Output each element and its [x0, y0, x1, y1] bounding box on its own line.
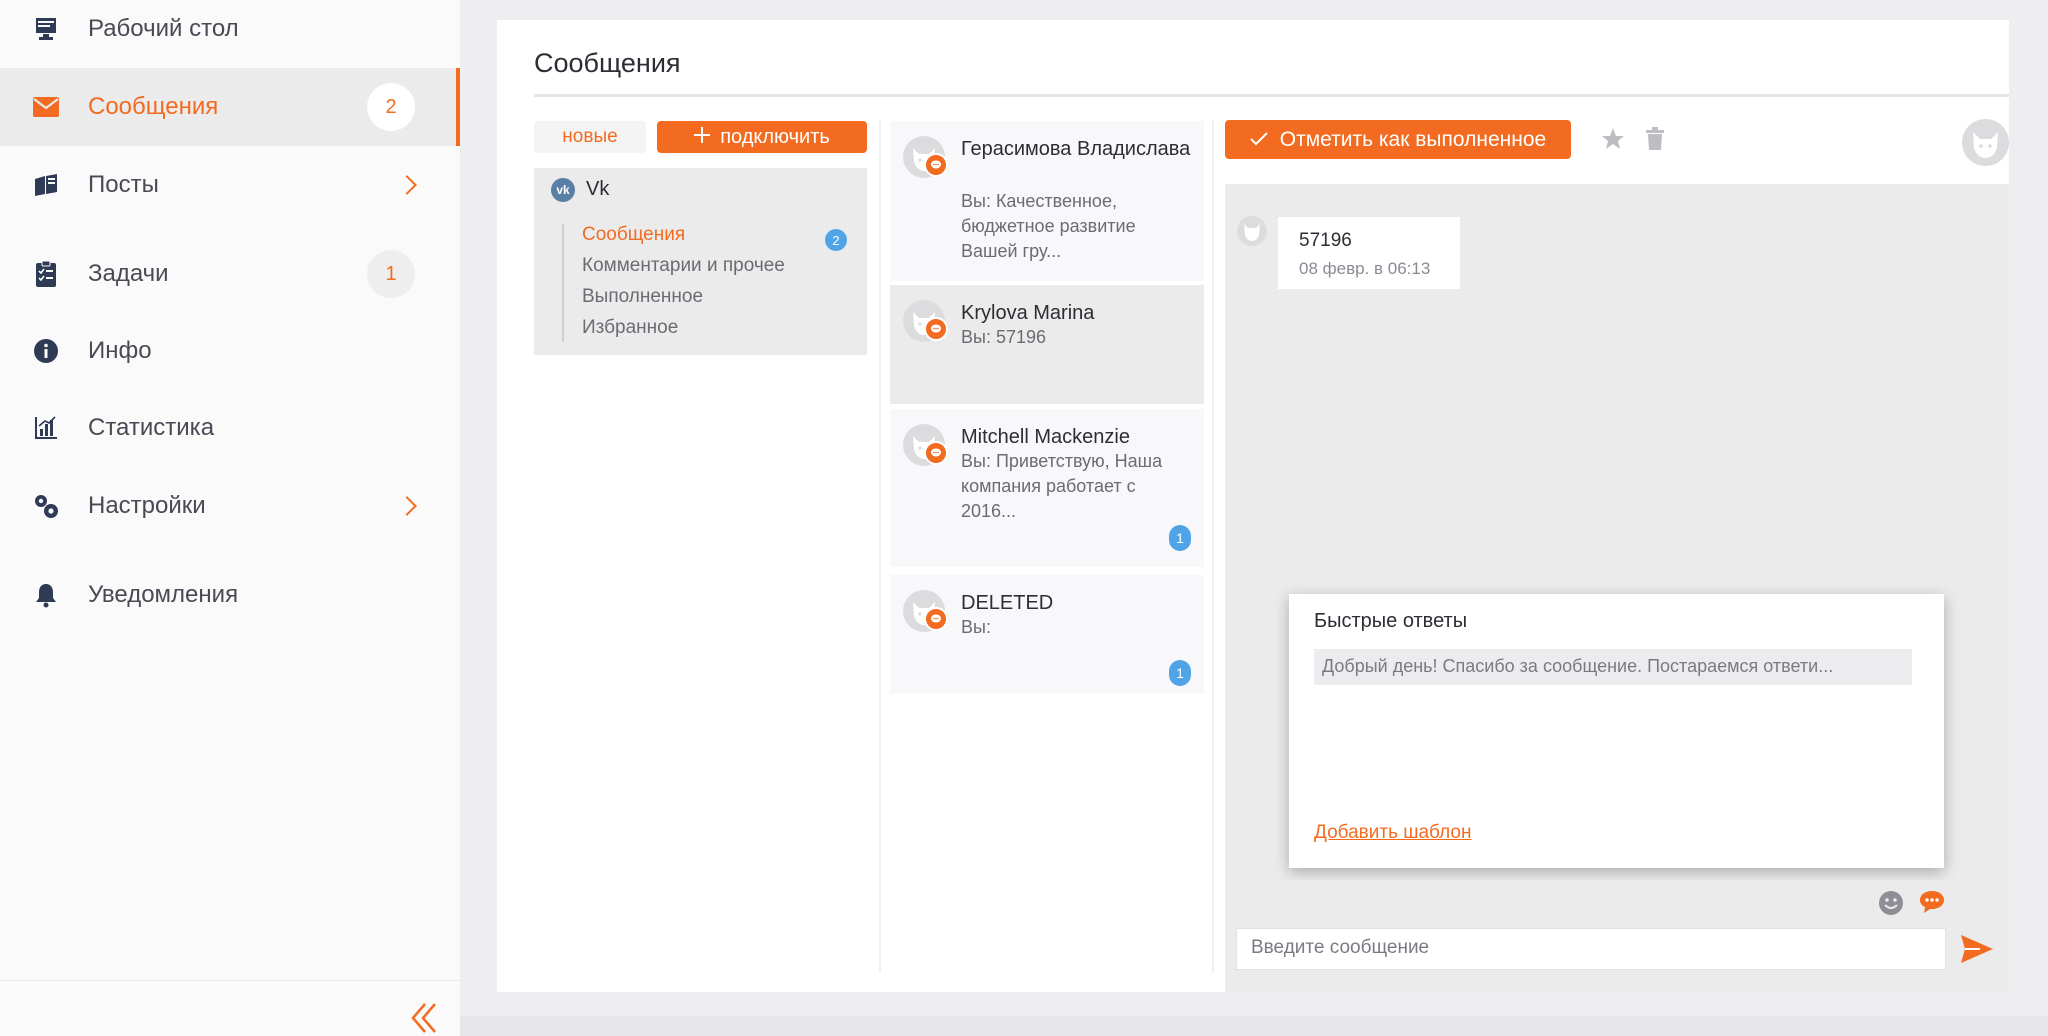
- trash-icon[interactable]: [1644, 127, 1666, 151]
- source-item-done[interactable]: Выполненное: [582, 286, 703, 308]
- info-icon: [32, 337, 60, 365]
- contact-avatar[interactable]: [1962, 119, 2009, 166]
- sidebar-item-statistics[interactable]: Статистика: [0, 389, 460, 467]
- column-divider: [1212, 121, 1214, 973]
- message-time: 08 февр. в 06:13: [1299, 259, 1431, 278]
- tasks-icon: [32, 260, 60, 288]
- sidebar-item-label: Настройки: [88, 492, 206, 519]
- source-network-label[interactable]: Vk: [586, 178, 609, 201]
- conversation-item[interactable]: Герасимова Владислава Вы: Качественное, …: [890, 121, 1204, 281]
- posts-icon: [32, 171, 60, 199]
- tasks-count-badge: 1: [367, 250, 415, 298]
- message-text: 57196: [1299, 230, 1352, 251]
- messages-panel: Сообщения новые подключить vk Vk Сообщен…: [497, 20, 2009, 992]
- sidebar-item-label: Сообщения: [88, 93, 219, 120]
- conversation-item[interactable]: Krylova Marina Вы: 57196: [890, 285, 1204, 404]
- sidebar-item-label: Задачи: [88, 260, 169, 287]
- source-group-vk: vk Vk Сообщения 2 Комментарии и прочее В…: [534, 168, 867, 355]
- tree-line: [562, 224, 564, 342]
- messages-count-badge: 2: [367, 83, 415, 131]
- conversation-preview: Вы: Приветствую, Наша компания работает …: [961, 451, 1163, 521]
- sidebar-item-desktop[interactable]: Рабочий стол: [0, 0, 460, 68]
- unread-badge: 1: [1169, 660, 1191, 686]
- sidebar-item-settings[interactable]: Настройки: [0, 467, 460, 545]
- vk-message-icon: [924, 607, 948, 631]
- conversation-item[interactable]: DELETED Вы: 1: [890, 575, 1204, 694]
- sidebar-item-notifications[interactable]: Уведомления: [0, 556, 460, 634]
- check-icon: [1250, 128, 1268, 152]
- sidebar-item-messages[interactable]: Сообщения 2: [0, 68, 460, 146]
- footer-strip: [460, 1016, 2048, 1036]
- conversation-name: DELETED: [961, 592, 1054, 614]
- sidebar-item-label: Уведомления: [88, 581, 239, 608]
- send-icon[interactable]: [1960, 934, 1994, 964]
- sidebar-divider: [0, 980, 460, 981]
- bell-icon: [32, 581, 60, 609]
- vk-message-icon: [924, 441, 948, 465]
- conversation-preview: Вы: 57196: [961, 327, 1046, 347]
- conversation-item[interactable]: Mitchell Mackenzie Вы: Приветствую, Наша…: [890, 409, 1204, 567]
- chevron-right-icon: [397, 496, 417, 516]
- sidebar-item-label: Рабочий стол: [88, 15, 239, 42]
- mark-done-button[interactable]: Отметить как выполненное: [1225, 120, 1571, 159]
- emoji-icon[interactable]: [1878, 890, 1904, 916]
- quick-replies-panel: Быстрые ответы Добрый день! Спасибо за с…: [1289, 594, 1944, 868]
- quick-replies-title: Быстрые ответы: [1314, 610, 1468, 632]
- source-item-messages[interactable]: Сообщения: [582, 224, 685, 246]
- source-item-comments[interactable]: Комментарии и прочее: [582, 255, 785, 277]
- stats-icon: [32, 414, 60, 442]
- desktop-icon: [32, 15, 60, 43]
- chevron-right-icon: [397, 175, 417, 195]
- unread-badge: 1: [1169, 525, 1191, 551]
- connect-button-label: подключить: [720, 125, 830, 148]
- page-title: Сообщения: [534, 48, 681, 78]
- settings-icon: [32, 492, 60, 520]
- conversation-name: Krylova Marina: [961, 302, 1095, 324]
- source-messages-badge: 2: [825, 229, 847, 251]
- sidebar: Рабочий стол Сообщения 2 Посты Задачи 1 …: [0, 0, 460, 1036]
- conversation-preview: Вы: Качественное, бюджетное развитие Ваш…: [961, 191, 1136, 261]
- sidebar-item-posts[interactable]: Посты: [0, 146, 460, 224]
- mark-done-label: Отметить как выполненное: [1279, 127, 1547, 151]
- message-bubble: 57196 08 февр. в 06:13: [1278, 217, 1460, 289]
- filter-new-button[interactable]: новые: [534, 121, 646, 153]
- star-icon[interactable]: [1600, 126, 1626, 152]
- avatar: [1237, 216, 1267, 246]
- plus-icon: [694, 126, 711, 149]
- conversation-name: Mitchell Mackenzie: [961, 426, 1130, 448]
- vk-message-icon: [924, 317, 948, 341]
- quick-replies-icon[interactable]: [1918, 889, 1946, 915]
- collapse-sidebar-button[interactable]: [405, 1000, 441, 1036]
- conversation-preview: Вы:: [961, 617, 991, 637]
- quick-reply-item[interactable]: Добрый день! Спасибо за сообщение. Поста…: [1314, 649, 1912, 685]
- add-template-link[interactable]: Добавить шаблон: [1314, 822, 1471, 844]
- connect-button[interactable]: подключить: [657, 121, 867, 153]
- vk-message-icon: [924, 153, 948, 177]
- mail-icon: [32, 93, 60, 121]
- conversation-name: Герасимова Владислава: [961, 138, 1191, 160]
- sidebar-item-label: Инфо: [88, 337, 152, 364]
- source-item-favorites[interactable]: Избранное: [582, 317, 678, 339]
- column-divider: [879, 121, 881, 973]
- sidebar-item-label: Посты: [88, 171, 159, 198]
- sidebar-item-info[interactable]: Инфо: [0, 312, 460, 390]
- title-divider: [534, 94, 2009, 97]
- vk-logo-icon: vk: [551, 178, 575, 202]
- sidebar-item-tasks[interactable]: Задачи 1: [0, 235, 460, 313]
- message-input[interactable]: [1236, 928, 1946, 970]
- sidebar-item-label: Статистика: [88, 414, 215, 441]
